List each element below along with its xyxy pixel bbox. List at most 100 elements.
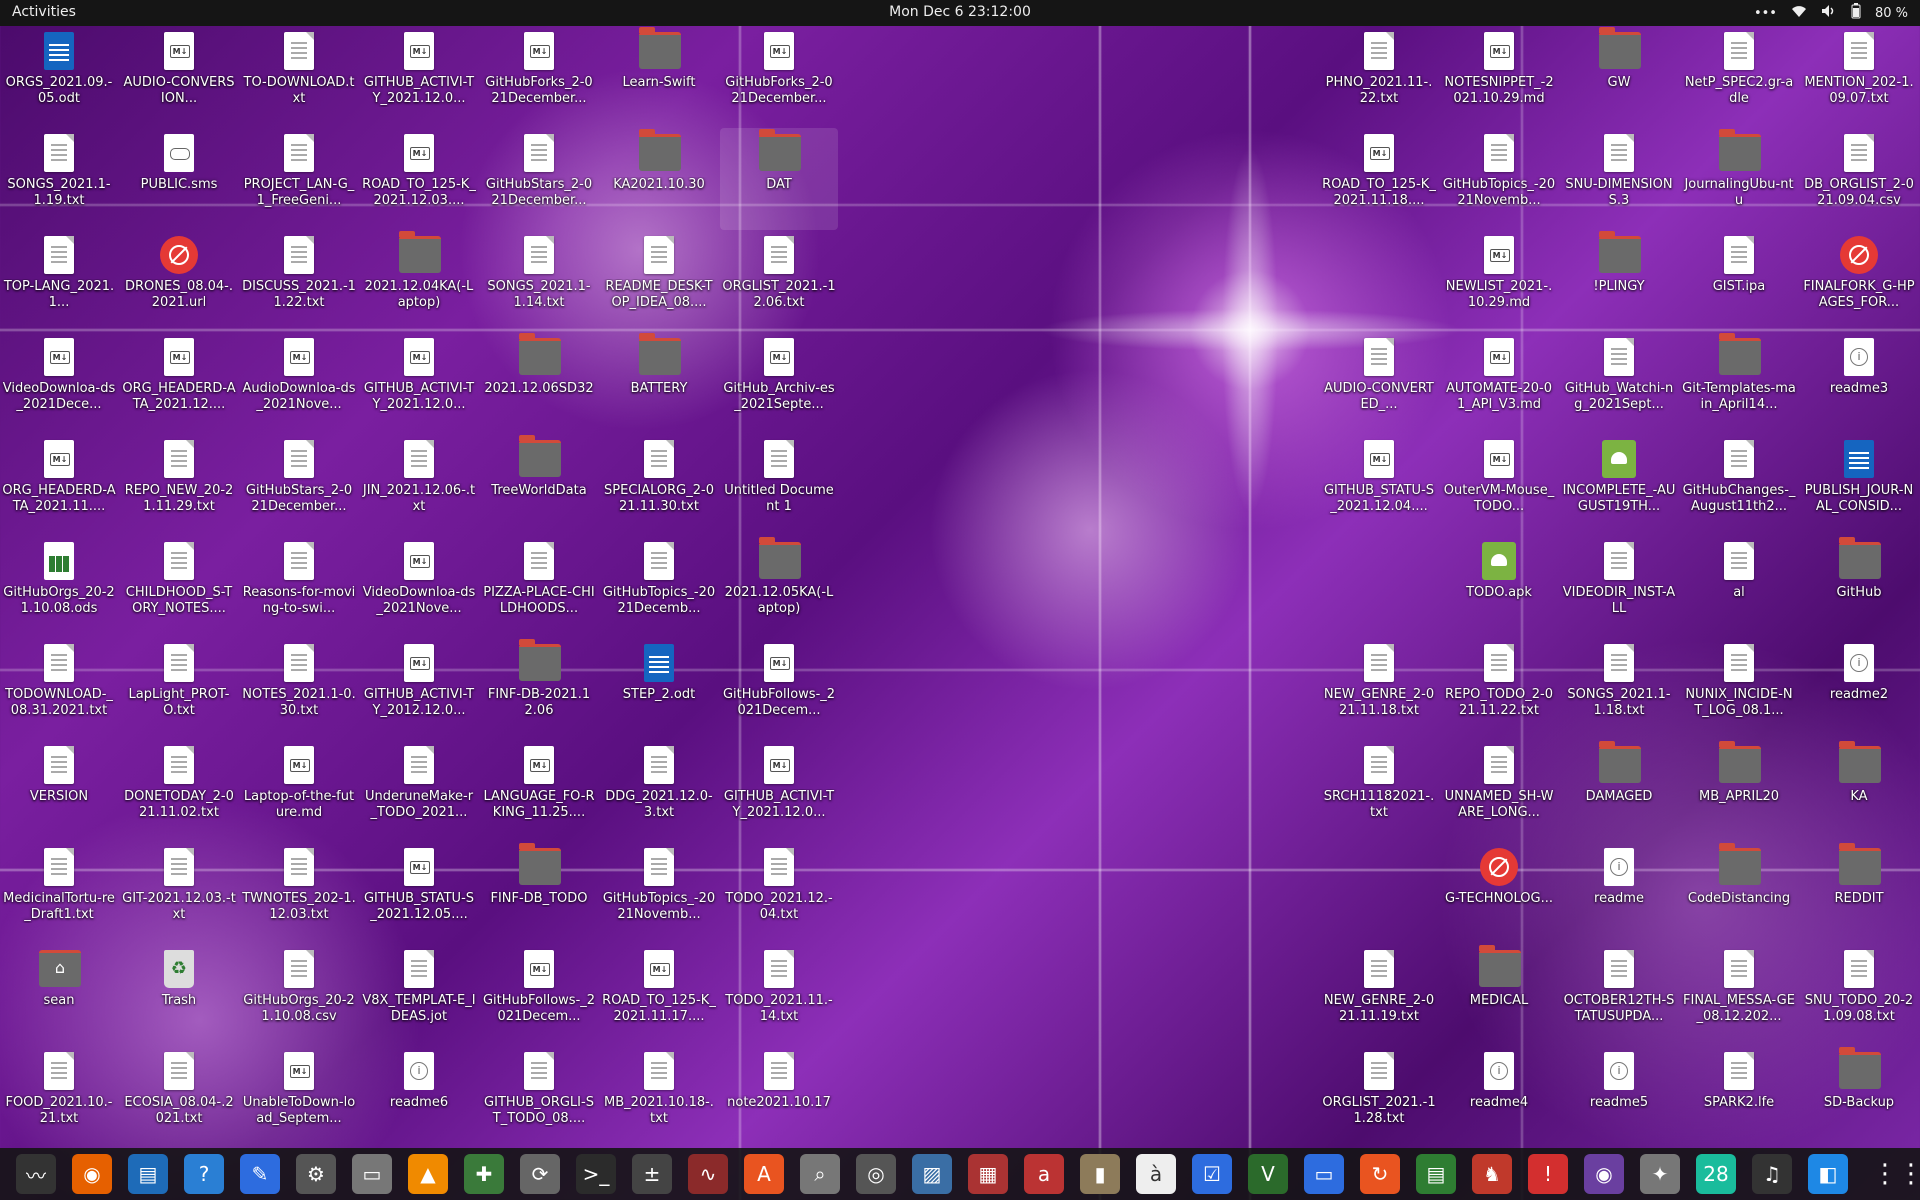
gimp-icon[interactable]: ✦	[1640, 1154, 1680, 1194]
desktop-item[interactable]: FINF-DB-2021.12.06	[480, 638, 598, 740]
desktop-item[interactable]: PUBLISH_JOUR-NAL_CONSID...	[1800, 434, 1918, 536]
desktop-item[interactable]: M↓ GITHUB_ACTIVI-TY_2021.12.0...	[360, 26, 478, 128]
desktop-item[interactable]: PROJECT_LAN-G_1_FreeGeni...	[240, 128, 358, 230]
desktop-item[interactable]: GitHub_Watchi-ng_2021Sept...	[1560, 332, 1678, 434]
desktop-item[interactable]: OCTOBER12TH-STATUSUPDA...	[1560, 944, 1678, 1046]
desktop-item[interactable]: 2021.12.05KA(-Laptop)	[720, 536, 838, 638]
desktop-item[interactable]: MENTION_202-1.09.07.txt	[1800, 26, 1918, 128]
desktop-item[interactable]: DDG_2021.12.0-3.txt	[600, 740, 718, 842]
desktop-item[interactable]: FINALFORK_G-HPAGES_FOR...	[1800, 230, 1918, 332]
desktop-item[interactable]: ECOSIA_08.04-.2021.txt	[120, 1046, 238, 1148]
desktop-item[interactable]: M↓ GitHubFollows-_2021Decem...	[720, 638, 838, 740]
desktop-item[interactable]: SPECIALORG_2-021.11.30.txt	[600, 434, 718, 536]
image-editor-icon[interactable]: ▨	[912, 1154, 952, 1194]
desktop-item[interactable]: al	[1680, 536, 1798, 638]
desktop-item[interactable]: VERSION	[0, 740, 118, 842]
desktop-item[interactable]: GitHubOrgs_20-21.10.08.csv	[240, 944, 358, 1046]
software-updater-icon[interactable]: ⟳	[520, 1154, 560, 1194]
desktop-item[interactable]: AUDIO-CONVERTED_...	[1320, 332, 1438, 434]
desktop-item[interactable]: GW	[1560, 26, 1678, 128]
desktop-item[interactable]: readme5	[1560, 1046, 1678, 1148]
desktop-item[interactable]: TODO_2021.11.-14.txt	[720, 944, 838, 1046]
desktop-item[interactable]: FOOD_2021.10.-21.txt	[0, 1046, 118, 1148]
desktop-item[interactable]: GitHubTopics_-2021Novemb...	[600, 842, 718, 944]
game-icon[interactable]: ♞	[1472, 1154, 1512, 1194]
desktop-item[interactable]: SRCH11182021-.txt	[1320, 740, 1438, 842]
calendar-icon[interactable]: 28	[1696, 1154, 1736, 1194]
desktop-item[interactable]: FINF-DB_TODO	[480, 842, 598, 944]
desktop-item[interactable]: TWNOTES_202-1.12.03.txt	[240, 842, 358, 944]
desktop-item[interactable]: BATTERY	[600, 332, 718, 434]
spreadsheet-icon[interactable]: ▤	[1416, 1154, 1456, 1194]
desktop-item[interactable]: M↓ VideoDownloa-ds_2021Nove...	[360, 536, 478, 638]
desktop-item[interactable]: GitHub	[1800, 536, 1918, 638]
desktop-item[interactable]: REPO_TODO_2-021.11.22.txt	[1440, 638, 1558, 740]
desktop-item[interactable]: STEP_2.odt	[600, 638, 718, 740]
desktop-item[interactable]: DISCUSS_2021.-11.22.txt	[240, 230, 358, 332]
desktop-item[interactable]: M↓ LANGUAGE_FO-RKING_11.25....	[480, 740, 598, 842]
archive-icon[interactable]: ▮	[1080, 1154, 1120, 1194]
desktop-item[interactable]: GIT-2021.12.03.-txt	[120, 842, 238, 944]
image-viewer-icon[interactable]: ⌕	[800, 1154, 840, 1194]
desktop-item[interactable]: NOTES_2021.1-0.30.txt	[240, 638, 358, 740]
desktop-item[interactable]: M↓ GitHubForks_2-021December...	[480, 26, 598, 128]
desktop-item[interactable]: M↓ GITHUB_STATU-S_2021.12.04....	[1320, 434, 1438, 536]
desktop-item[interactable]: PUBLIC.sms	[120, 128, 238, 230]
desktop-item[interactable]: NetP_SPEC2.gr-adle	[1680, 26, 1798, 128]
desktop-item[interactable]: GitHubStars_2-021December...	[240, 434, 358, 536]
desktop-item[interactable]: G-TECHNOLOG...	[1440, 842, 1558, 944]
font-viewer-icon[interactable]: a	[1024, 1154, 1064, 1194]
show-applications-icon[interactable]: ⋮⋮⋮	[1872, 1156, 1920, 1192]
desktop-item[interactable]: CodeDistancing	[1680, 842, 1798, 944]
desktop-item[interactable]: M↓ GitHubForks_2-021December...	[720, 26, 838, 128]
character-map-icon[interactable]: à	[1136, 1154, 1176, 1194]
desktop-item[interactable]: DRONES_08.04-.2021.url	[120, 230, 238, 332]
desktop-item[interactable]: SNU-DIMENSIONS.3	[1560, 128, 1678, 230]
desktop-item[interactable]: Learn-Swift	[600, 26, 718, 128]
desktop-item[interactable]: SONGS_2021.1-1.18.txt	[1560, 638, 1678, 740]
overflow-icon[interactable]: •••	[1754, 6, 1777, 21]
desktop-item[interactable]: SONGS_2021.1-1.14.txt	[480, 230, 598, 332]
desktop-item[interactable]: Git-Templates-main_April14...	[1680, 332, 1798, 434]
vim-icon[interactable]: V	[1248, 1154, 1288, 1194]
remote-desktop-icon[interactable]: ▭	[1304, 1154, 1344, 1194]
battery-icon[interactable]	[1851, 3, 1861, 23]
desktop-item[interactable]: DAMAGED	[1560, 740, 1678, 842]
desktop-item[interactable]: TODOWNLOAD-_08.31.2021.txt	[0, 638, 118, 740]
desktop-item[interactable]: KA2021.10.30	[600, 128, 718, 230]
desktop-item[interactable]: MEDICAL	[1440, 944, 1558, 1046]
remmina-icon[interactable]: ◧	[1808, 1154, 1848, 1194]
desktop-item[interactable]: !PLINGY	[1560, 230, 1678, 332]
desktop-item[interactable]: M↓ ROAD_TO_125-K_2021.12.03....	[360, 128, 478, 230]
desktop-item[interactable]: VIDEODIR_INST-ALL	[1560, 536, 1678, 638]
desktop-item[interactable]: ORGS_2021.09.-05.odt	[0, 26, 118, 128]
desktop-item[interactable]: FINAL_MESSA-GE_08.12.202...	[1680, 944, 1798, 1046]
desktop-item[interactable]: REDDIT	[1800, 842, 1918, 944]
desktop-item[interactable]: SPARK2.lfe	[1680, 1046, 1798, 1148]
desktop-item[interactable]: M↓ GITHUB_ACTIVI-TY_2021.12.0...	[720, 740, 838, 842]
desktop-item[interactable]: M↓ GitHub_Archiv-es_2021Septe...	[720, 332, 838, 434]
desktop-item[interactable]: M↓ ORG_HEADERD-ATA_2021.12....	[120, 332, 238, 434]
desktop-item[interactable]: MB_APRIL20	[1680, 740, 1798, 842]
desktop-item[interactable]: GitHubStars_2-021December...	[480, 128, 598, 230]
desktop-item[interactable]: GitHubOrgs_20-21.10.08.ods	[0, 536, 118, 638]
desktop-item[interactable]: TODO.apk	[1440, 536, 1558, 638]
music-icon[interactable]: ♫	[1752, 1154, 1792, 1194]
desktop-item[interactable]: M↓ NEWLIST_2021-.10.29.md	[1440, 230, 1558, 332]
extension-icon[interactable]: ✚	[464, 1154, 504, 1194]
desktop-item[interactable]: INCOMPLETE_-AUGUST19TH...	[1560, 434, 1678, 536]
desktop-item[interactable]: M↓ NOTESNIPPET_-2021.10.29.md	[1440, 26, 1558, 128]
system-tray[interactable]: ••• 80 %	[1754, 3, 1908, 23]
clock-label[interactable]: Mon Dec 6 23:12:00	[889, 4, 1031, 20]
desktop-item[interactable]: NEW_GENRE_2-021.11.18.txt	[1320, 638, 1438, 740]
desktop-item[interactable]: REPO_NEW_20-21.11.29.txt	[120, 434, 238, 536]
desktop-item[interactable]: M↓ ORG_HEADERD-ATA_2021.11....	[0, 434, 118, 536]
desktop-item[interactable]: Reasons-for-moving-to-swi...	[240, 536, 358, 638]
desktop-item[interactable]: ♻ Trash	[120, 944, 238, 1046]
desktop-item[interactable]: TODO_2021.12.-04.txt	[720, 842, 838, 944]
tasks-icon[interactable]: ☑	[1192, 1154, 1232, 1194]
desktop-item[interactable]: Untitled Document 1	[720, 434, 838, 536]
desktop-item[interactable]: readme3	[1800, 332, 1918, 434]
text-editor-icon[interactable]: ✎	[240, 1154, 280, 1194]
desktop-item[interactable]: M↓ GitHubFollows-_2021Decem...	[480, 944, 598, 1046]
